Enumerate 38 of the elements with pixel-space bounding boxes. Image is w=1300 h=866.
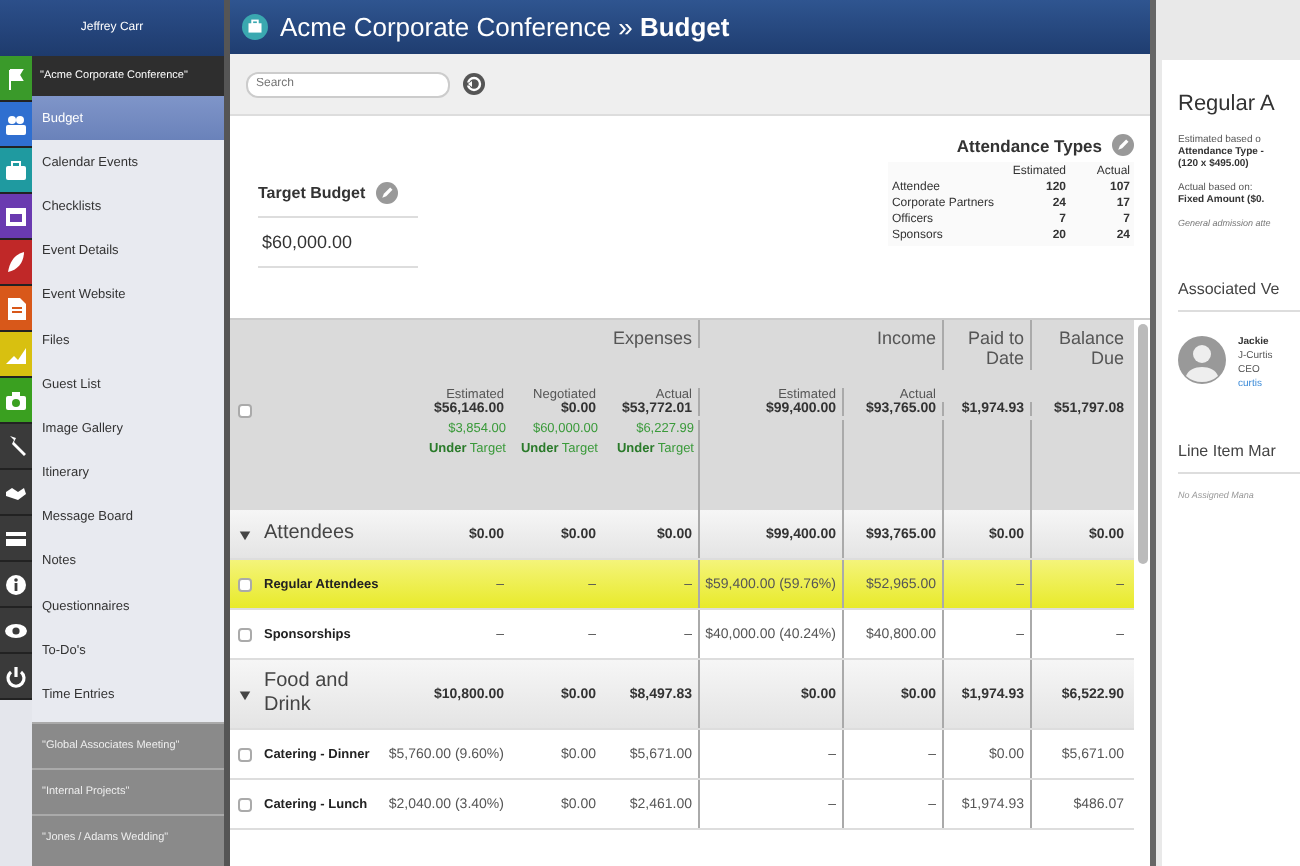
checkbox[interactable] xyxy=(237,747,251,761)
nav-icon[interactable] xyxy=(0,56,32,102)
nav-icon[interactable] xyxy=(0,102,32,148)
page-title: Acme Corporate Conference » Budget xyxy=(280,12,730,42)
edit-icon[interactable] xyxy=(1112,134,1134,156)
nav-icon[interactable] xyxy=(0,470,32,516)
section-title: Target Budget xyxy=(258,184,366,202)
detail-title: Regular A xyxy=(1178,92,1277,116)
nav-icon[interactable] xyxy=(0,424,32,470)
nav-icon[interactable] xyxy=(0,562,32,608)
edit-icon[interactable] xyxy=(375,182,398,204)
group-name: Attendees xyxy=(262,521,357,547)
checkbox[interactable] xyxy=(237,627,251,641)
checkbox[interactable] xyxy=(237,404,251,418)
back-icon[interactable] xyxy=(462,72,486,96)
column-group-header: Balance Due xyxy=(1058,328,1124,369)
nav-icon[interactable] xyxy=(0,148,32,194)
avatar-icon xyxy=(1178,336,1226,384)
section-title: Line Item Mar xyxy=(1178,442,1300,474)
nav-icon[interactable] xyxy=(0,654,32,700)
briefcase-icon xyxy=(242,14,268,40)
nav-icon[interactable] xyxy=(0,286,32,332)
nav-icon[interactable] xyxy=(0,240,32,286)
section-title: Associated Ve xyxy=(1178,280,1300,312)
scrollbar[interactable] xyxy=(1138,324,1148,564)
nav-icon[interactable] xyxy=(0,516,32,562)
group-name: Food and Drink xyxy=(262,669,351,719)
nav-icon[interactable] xyxy=(0,332,32,378)
nav-icon[interactable] xyxy=(0,194,32,240)
section-title: Attendance Types xyxy=(956,135,1102,155)
nav-icon[interactable] xyxy=(0,378,32,424)
column-group-header: Paid to Date xyxy=(967,328,1024,369)
column-group-header: Expenses xyxy=(612,328,692,348)
budget-value: $60,000.00 xyxy=(258,218,418,268)
nav-icon[interactable] xyxy=(0,608,32,654)
checkbox[interactable] xyxy=(237,577,251,591)
checkbox[interactable] xyxy=(237,797,251,811)
column-group-header: Income xyxy=(876,328,936,348)
